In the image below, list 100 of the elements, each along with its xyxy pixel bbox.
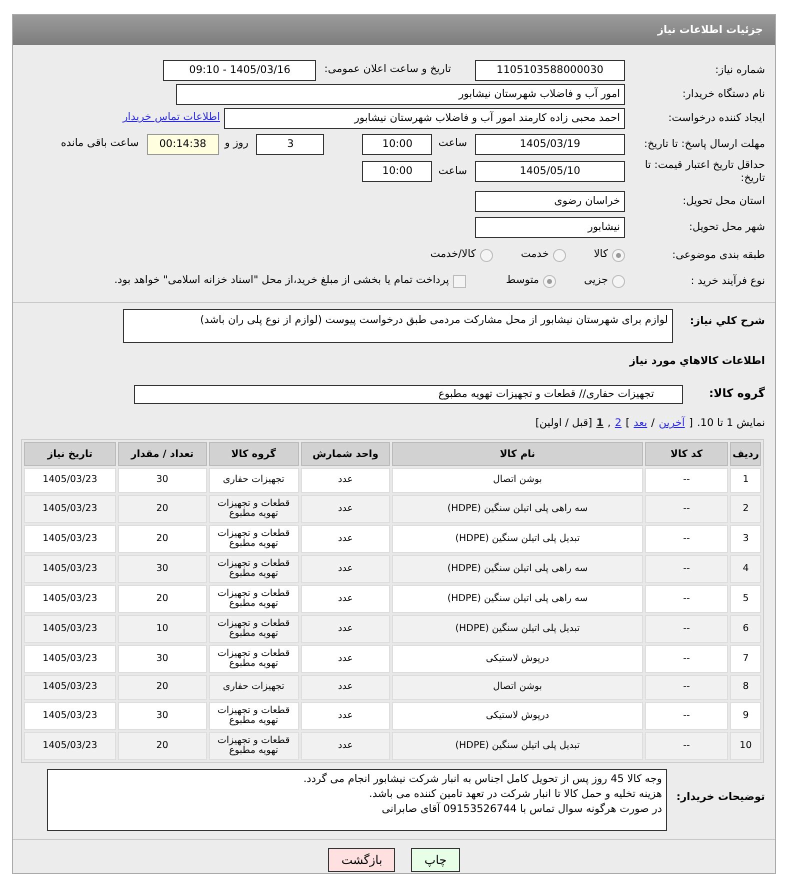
field-label: ساعت	[438, 164, 467, 179]
radio-button[interactable]	[543, 274, 556, 288]
days-field[interactable]: 3	[256, 134, 324, 154]
table-cell: بوشن اتصال	[392, 468, 643, 494]
table-cell: 4	[730, 555, 761, 584]
table-cell: 1405/03/23	[24, 525, 116, 554]
field-label: طبقه بندی موضوعی:	[671, 248, 765, 262]
table-cell: 1	[730, 468, 761, 494]
pagination-link[interactable]: بعد	[634, 416, 648, 432]
pagination-link[interactable]: آخرین	[658, 416, 685, 432]
table-cell: 2	[730, 495, 761, 524]
field-label: شهر محل تحویل:	[688, 220, 765, 234]
table-cell: 1405/03/23	[24, 468, 116, 494]
radio-button[interactable]	[480, 248, 493, 262]
table-cell: 1405/03/23	[24, 645, 116, 674]
radio-button[interactable]	[612, 248, 625, 262]
deadline-time-field[interactable]: 10:00	[362, 134, 432, 154]
city-field[interactable]: نیشابور	[475, 216, 625, 238]
table-cell: تجهیزات حفاری	[208, 675, 299, 700]
table-cell: سه راهی پلی اتیلن سنگین (HDPE)	[392, 585, 643, 614]
table-cell: درپوش لاستیکی	[392, 645, 643, 674]
pagination-inactive: [قبل / اولین]	[535, 416, 592, 432]
table-cell: بوشن اتصال	[392, 675, 643, 700]
table-cell: عدد	[300, 495, 390, 524]
notes-line: وجه کالا 45 روز پس از تحویل کامل اجناس به انبار شرکت نیشابور انجام می گردد.	[302, 772, 662, 788]
field-label: شرح کلي نياز:	[688, 315, 765, 328]
print-button[interactable]: چاپ	[411, 848, 460, 872]
field-label: روز و	[224, 136, 248, 152]
table-cell: --	[644, 645, 728, 674]
table-cell: --	[644, 732, 728, 760]
goods-group-field[interactable]: تجهیزات حفاری// قطعات و تجهیزات تهویه مطبوع	[134, 384, 683, 404]
back-button[interactable]: بازگشت	[328, 848, 396, 872]
field-label: توضیحات خریدار:	[675, 791, 765, 804]
column-header: کد کالا	[644, 442, 728, 466]
separator-text: /	[651, 416, 655, 432]
table-cell: --	[644, 468, 728, 494]
field-label: ساعت باقی مانده	[60, 136, 139, 152]
table-cell: عدد	[300, 645, 390, 674]
page-link[interactable]: 1	[596, 416, 604, 432]
table-cell: 20	[118, 585, 207, 614]
payment-note: پرداخت تمام یا بخشی از مبلغ خرید،از محل "اسناد خزانه اسلامی" خواهد بود.	[114, 273, 450, 288]
table-cell: قطعات و تجهیزات تهویه مطبوع	[208, 495, 299, 524]
table-cell: 20	[118, 525, 207, 554]
option-label: خدمت	[520, 247, 549, 262]
validity-time-field[interactable]: 10:00	[362, 161, 432, 182]
option-label: کالا	[594, 247, 608, 262]
table-cell: قطعات و تجهیزات تهویه مطبوع	[208, 555, 299, 584]
table-cell: قطعات و تجهیزات تهویه مطبوع	[208, 585, 299, 614]
option-label: متوسط	[506, 273, 540, 288]
province-field[interactable]: خراسان رضوی	[475, 190, 625, 212]
table-cell: 6	[730, 615, 761, 644]
table-cell: 30	[118, 555, 207, 584]
table-cell: 10	[118, 615, 207, 644]
field-label: مهلت ارسال پاسخ: تا تاریخ:	[642, 138, 765, 150]
validity-date-field[interactable]: 1405/05/10	[475, 161, 625, 182]
remaining-time-field[interactable]: 00:14:38	[146, 134, 219, 154]
table-cell: 20	[118, 732, 207, 760]
table-cell: 30	[118, 702, 207, 730]
table-cell: قطعات و تجهیزات تهویه مطبوع	[208, 702, 299, 730]
need-number-field[interactable]: 1105103588000030	[475, 60, 625, 80]
table-cell: قطعات و تجهیزات تهویه مطبوع	[208, 645, 299, 674]
table-cell: درپوش لاستیکی	[392, 702, 643, 730]
table-cell: قطعات و تجهیزات تهویه مطبوع	[208, 615, 299, 644]
field-label: حداقل تاریخ اعتبار قیمت: تا تاریخ:	[644, 159, 765, 184]
announce-date-field[interactable]: 1405/03/16 - 09:10	[163, 60, 316, 80]
table-cell: 3	[730, 525, 761, 554]
table-cell: عدد	[300, 585, 390, 614]
table-cell: 20	[118, 495, 207, 524]
table-cell: 9	[730, 702, 761, 730]
radio-button[interactable]	[612, 274, 625, 288]
column-header: ردیف	[730, 442, 761, 466]
table-cell: تبدیل پلی اتیلن سنگین (HDPE)	[392, 525, 643, 554]
table-cell: عدد	[300, 615, 390, 644]
buyer-org-field[interactable]: امور آب و فاضلاب شهرستان نیشابور	[176, 84, 625, 104]
page-link[interactable]: 2	[614, 416, 622, 432]
table-cell: 1405/03/23	[24, 702, 116, 730]
contact-link[interactable]: اطلاعات تماس خریدار	[122, 110, 220, 126]
table-cell: 1405/03/23	[24, 732, 116, 760]
table-cell: 1405/03/23	[24, 555, 116, 584]
radio-button[interactable]	[552, 248, 566, 262]
table-cell: 8	[730, 675, 761, 700]
table-cell: --	[644, 495, 728, 524]
table-cell: --	[644, 702, 728, 730]
section-title: اطلاعات کالاهاي مورد نياز	[629, 354, 765, 370]
table-cell: 5	[730, 585, 761, 614]
table-cell: عدد	[300, 525, 390, 554]
field-label: شماره نیاز:	[714, 64, 765, 76]
checkbox[interactable]	[453, 274, 466, 288]
notes-line: در صورت هرگونه سوال تماس با 09153526744 آقای صابرانی	[380, 802, 662, 818]
table-cell: 30	[118, 645, 207, 674]
table-cell: 1405/03/23	[24, 615, 116, 644]
table-cell: --	[644, 555, 728, 584]
table-cell: قطعات و تجهیزات تهویه مطبوع	[208, 732, 299, 760]
table-cell: 7	[730, 645, 761, 674]
table-cell: 20	[118, 675, 207, 700]
column-header: تاریخ نیاز	[24, 442, 116, 466]
requester-field[interactable]: احمد محبی زاده کارمند امور آب و فاضلاب شهرستان نیشابور	[224, 108, 625, 128]
table-cell: 10	[730, 732, 761, 760]
deadline-date-field[interactable]: 1405/03/19	[475, 134, 625, 154]
table-cell: 1405/03/23	[24, 585, 116, 614]
